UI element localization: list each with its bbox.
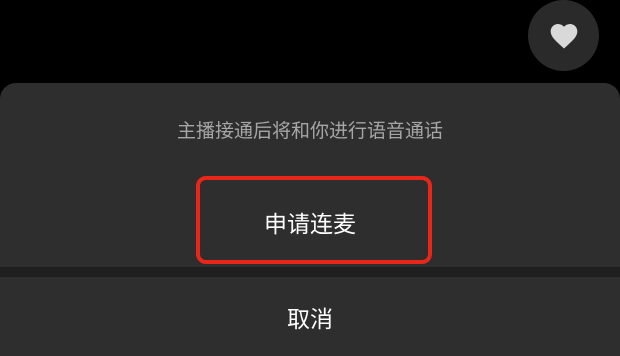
sheet-hint-text: 主播接通后将和你进行语音通话: [176, 120, 443, 142]
live-room-screen: 主播接通后将和你进行语音通话 申请连麦 取消: [0, 0, 620, 356]
divider: [0, 267, 620, 277]
like-button[interactable]: [528, 0, 599, 71]
heart-icon: [548, 20, 580, 52]
apply-mic-button[interactable]: 申请连麦: [0, 185, 620, 259]
mic-request-sheet: 主播接通后将和你进行语音通话 申请连麦 取消: [0, 83, 620, 356]
cancel-button[interactable]: 取消: [0, 277, 620, 356]
